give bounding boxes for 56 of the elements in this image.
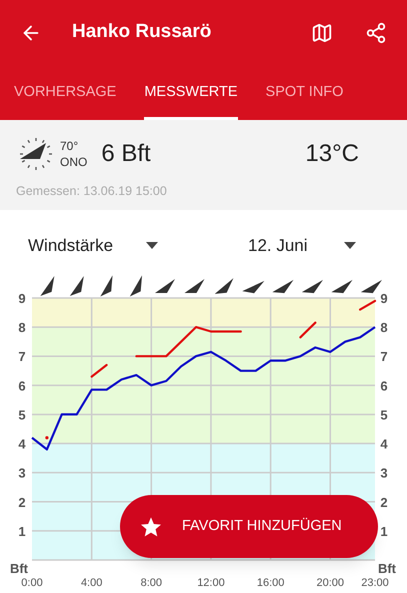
y-axis-label: 7: [380, 349, 388, 364]
x-axis-label: 0:00: [21, 577, 43, 589]
add-favorite-button[interactable]: FAVORIT HINZUFÜGEN: [120, 495, 378, 558]
data-point: [45, 436, 49, 440]
y-axis-label: 8: [18, 320, 26, 336]
dropdown-caret-icon: [344, 242, 356, 249]
wind-arrow-icon: [360, 280, 382, 294]
wind-arrow-icon: [155, 279, 175, 293]
wind-arrow-icon: [70, 276, 84, 296]
y-axis-label: 2: [18, 494, 26, 510]
y-axis-label: 1: [380, 524, 388, 539]
tab[interactable]: SPOT INFO: [266, 65, 344, 120]
wind-arrow-icon: [242, 280, 264, 294]
map-icon[interactable]: [311, 22, 333, 44]
y-axis-label: 7: [18, 349, 26, 364]
y-axis-label: 9: [18, 291, 26, 306]
wind-arrow-icon: [331, 280, 352, 294]
wind-arrow-icon: [272, 280, 294, 294]
y-axis-label: 5: [380, 407, 388, 422]
dropdown[interactable]: Windstärke: [28, 232, 248, 258]
y-axis-label: 2: [380, 494, 388, 510]
x-axis-label: 20:00: [316, 577, 344, 589]
wind-arrow-icon: [130, 275, 142, 296]
dropdown-caret-icon: [146, 242, 158, 249]
y-axis-label: 1: [18, 524, 26, 539]
y-axis-label: 3: [380, 466, 388, 481]
wind-arrow-icon: [100, 275, 113, 296]
y-axis-label: 8: [380, 320, 388, 336]
wind-arrow-icon: [214, 278, 234, 294]
y-axis-label: 5: [18, 407, 26, 422]
star-icon: [140, 516, 162, 538]
y-axis-label: 9: [380, 291, 388, 306]
y-axis-label: 4: [380, 436, 388, 452]
x-axis-label: 8:00: [140, 577, 162, 589]
wind-arrow-icon: [40, 276, 54, 296]
temperature: 13°C: [305, 139, 359, 169]
measured-time: Gemessen: 13.06.19 15:00: [16, 183, 168, 200]
x-axis-label: 12:00: [197, 577, 225, 589]
wind-arrow-icon: [184, 279, 204, 293]
dropdown[interactable]: 12. Juni: [248, 232, 378, 258]
y-axis-label: 6: [380, 378, 388, 394]
y-axis-label: 6: [18, 378, 26, 394]
direction-degrees: 70°: [60, 138, 80, 154]
screen-title: Hanko Russarö: [72, 20, 212, 44]
x-axis-label: 4:00: [80, 577, 102, 589]
tab[interactable]: VORHERSAGE: [14, 65, 116, 120]
y-axis-label: 3: [18, 466, 26, 481]
y-axis-unit: Bft: [10, 561, 28, 576]
wind-arrow-icon: [302, 280, 323, 294]
x-axis-label: 23:00: [361, 577, 389, 589]
share-icon[interactable]: [365, 22, 387, 44]
y-axis-unit: Bft: [378, 561, 396, 576]
wind-strength: 6 Bft: [101, 139, 151, 169]
y-axis-label: 4: [18, 436, 26, 452]
direction-name: ONO: [60, 154, 88, 170]
x-axis-label: 16:00: [256, 577, 284, 589]
